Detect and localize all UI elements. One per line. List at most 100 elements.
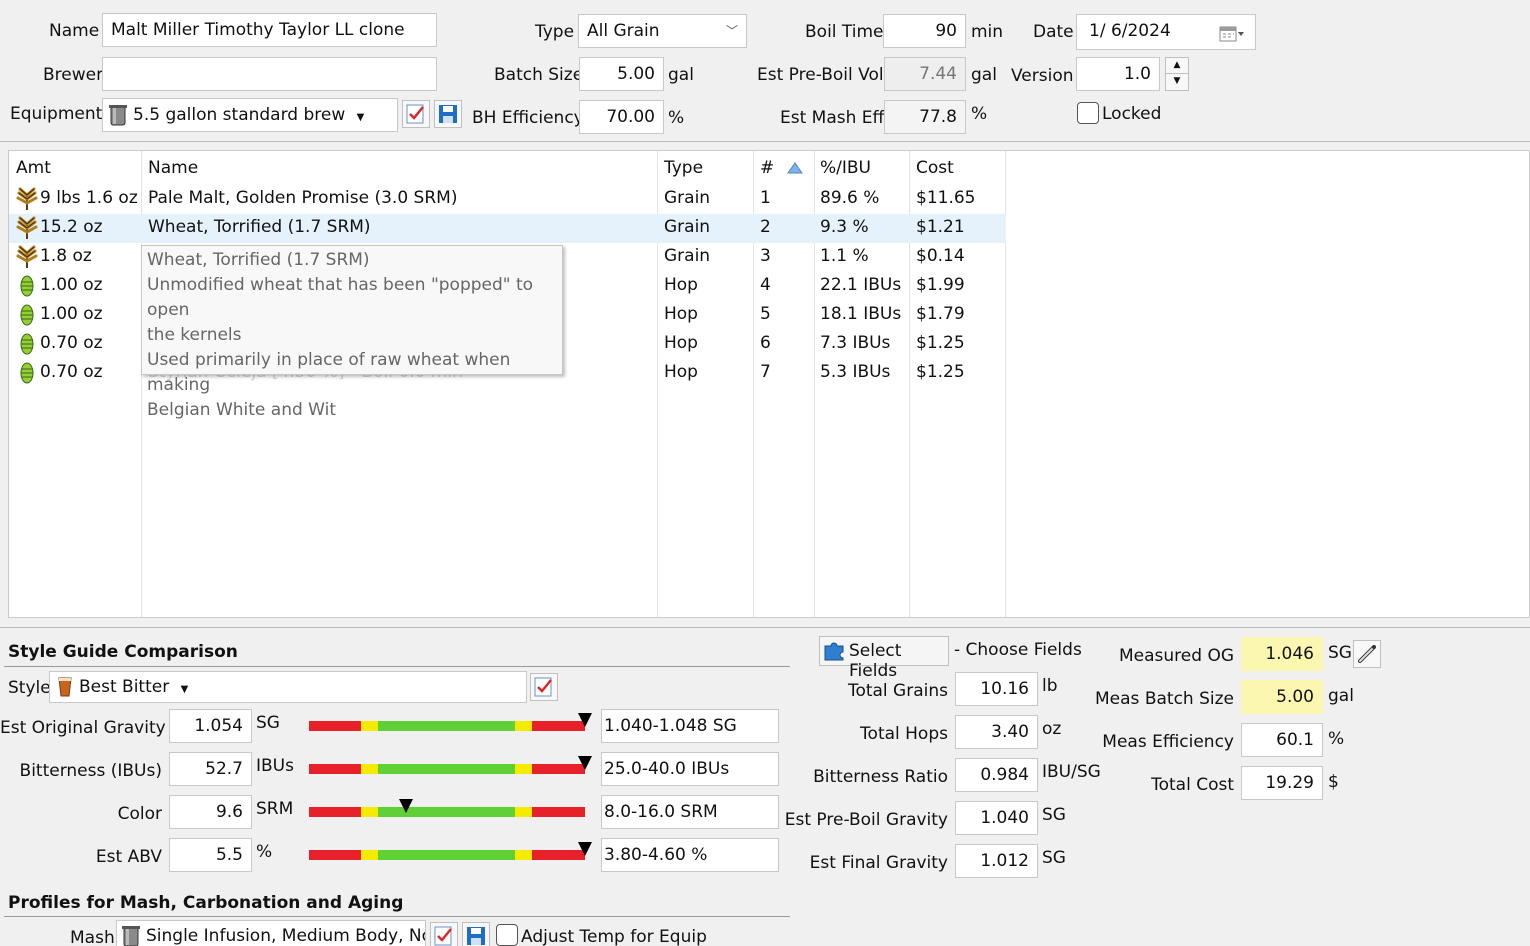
cell-type: Grain — [664, 188, 711, 208]
table-row[interactable]: 9 lbs 1.6 oz Pale Malt, Golden Promise (3… — [9, 185, 1006, 214]
cell-cost: $1.99 — [916, 275, 965, 295]
mash-eff-label: Est Mash Eff — [780, 108, 885, 128]
select-fields-label: Select Fields — [849, 641, 902, 681]
cell-amt: 15.2 oz — [40, 217, 103, 237]
batch-size-input[interactable]: 5.00 — [579, 57, 664, 91]
cell-number: 2 — [760, 217, 771, 237]
measured-row-label: Meas Batch Size — [1095, 689, 1234, 709]
style-row-range: 25.0-40.0 IBUs — [601, 752, 779, 786]
name-input[interactable]: Malt Miller Timothy Taylor LL clone — [102, 13, 437, 47]
equipment-check-button[interactable] — [402, 100, 430, 128]
equipment-value: 5.5 gallon standard brew — [133, 105, 346, 125]
date-picker[interactable]: 1/ 6/2024 — [1076, 14, 1256, 50]
bh-efficiency-unit: % — [668, 108, 685, 128]
col-header-pct-ibu[interactable]: %/IBU — [820, 158, 871, 178]
cell-pct-ibu: 9.3 % — [820, 217, 869, 237]
hydrometer-button[interactable] — [1353, 640, 1381, 668]
equipment-label: Equipment — [10, 104, 103, 124]
version-spinner[interactable]: ▲ ▼ — [1165, 57, 1189, 92]
tooltip-title: Wheat, Torrified (1.7 SRM) — [147, 250, 370, 270]
cell-amt: 0.70 oz — [40, 362, 103, 382]
tooltip-line: the kernels — [147, 325, 242, 345]
cell-cost: $1.25 — [916, 362, 965, 382]
tooltip-line: Used primarily in place of raw wheat whe… — [147, 350, 511, 395]
hydrometer-icon — [1358, 645, 1376, 663]
cell-type: Hop — [664, 362, 698, 382]
locked-checkbox[interactable] — [1077, 102, 1099, 124]
cell-pct-ibu: 5.3 IBUs — [820, 362, 891, 382]
checklist-icon — [406, 104, 424, 124]
style-marker-icon — [578, 756, 592, 770]
measured-row-label: Total Cost — [1151, 775, 1234, 795]
cell-amt: 1.8 oz — [40, 246, 92, 266]
cell-number: 4 — [760, 275, 771, 295]
cell-number: 5 — [760, 304, 771, 324]
style-range-bar — [309, 721, 585, 731]
spin-down-icon[interactable]: ▼ — [1165, 74, 1189, 91]
bh-efficiency-label: BH Efficiency — [472, 108, 584, 128]
col-header-type[interactable]: Type — [664, 158, 703, 178]
style-check-button[interactable] — [530, 673, 558, 701]
adjust-temp-checkbox[interactable] — [496, 924, 518, 946]
name-label: Name — [49, 21, 100, 41]
style-row-unit: % — [256, 842, 273, 862]
style-row-range: 3.80-4.60 % — [601, 838, 779, 872]
cell-name: Pale Malt, Golden Promise (3.0 SRM) — [148, 188, 458, 208]
sort-ascending-icon — [787, 159, 803, 179]
cell-amt: 1.00 oz — [40, 304, 103, 324]
kettle-icon — [122, 925, 140, 946]
batch-size-label: Batch Size — [494, 65, 584, 85]
spin-up-icon[interactable]: ▲ — [1165, 57, 1189, 74]
measured-row-input[interactable]: 60.1 — [1241, 723, 1323, 757]
select-fields-button[interactable]: Select Fields — [819, 636, 949, 681]
hop-icon — [15, 361, 39, 385]
measured-row-input[interactable]: 5.00 — [1241, 680, 1323, 714]
mash-check-button[interactable] — [430, 922, 458, 946]
calendar-icon[interactable] — [1219, 22, 1245, 54]
col-header-number[interactable]: # — [760, 158, 774, 178]
field-row-label: Total Grains — [847, 681, 948, 701]
style-row-unit: SG — [256, 713, 280, 733]
measured-row-input[interactable]: 1.046 — [1241, 637, 1323, 671]
cell-number: 1 — [760, 188, 771, 208]
col-header-name[interactable]: Name — [148, 158, 198, 178]
type-select[interactable]: All Grain ﹀ — [578, 14, 747, 48]
measured-row-label: Measured OG — [1119, 646, 1234, 666]
field-row-unit: lb — [1042, 676, 1058, 696]
bh-efficiency-input[interactable]: 70.00 — [579, 100, 664, 134]
style-range-bar — [309, 807, 585, 817]
boil-time-input[interactable]: 90 — [883, 14, 966, 48]
style-row-label: Est ABV — [95, 847, 162, 867]
mash-select[interactable]: Single Infusion, Medium Body, No Mash Ou… — [116, 920, 426, 946]
dropdown-arrow-icon: ▼ — [180, 684, 189, 695]
style-row-label: Bitterness (IBUs) — [19, 761, 162, 781]
measured-row-unit: SG — [1328, 643, 1352, 663]
save-icon — [467, 927, 485, 945]
table-row[interactable]: 15.2 oz Wheat, Torrified (1.7 SRM) Grain 2 9… — [9, 214, 1006, 243]
hop-icon — [15, 332, 39, 356]
grain-icon — [15, 245, 39, 269]
style-select[interactable]: Best Bitter ▼ — [49, 671, 527, 703]
cell-name: Wheat, Torrified (1.7 SRM) — [148, 217, 371, 237]
brewer-input[interactable] — [102, 57, 437, 91]
measured-row-input[interactable]: 19.29 — [1241, 766, 1323, 800]
equipment-save-button[interactable] — [434, 100, 462, 128]
cell-pct-ibu: 18.1 IBUs — [820, 304, 902, 324]
field-row-value: 10.16 — [955, 672, 1038, 706]
cell-amt: 9 lbs 1.6 oz — [40, 188, 138, 208]
field-row-unit: SG — [1042, 805, 1066, 825]
version-label: Version — [1011, 66, 1074, 86]
grain-icon — [15, 187, 39, 211]
col-header-cost[interactable]: Cost — [916, 158, 954, 178]
kettle-icon — [109, 104, 127, 137]
style-marker-icon — [578, 842, 592, 856]
mash-save-button[interactable] — [462, 922, 490, 946]
equipment-select[interactable]: 5.5 gallon standard brew ▼ — [102, 98, 398, 132]
style-value: Best Bitter — [79, 677, 170, 697]
col-header-amt[interactable]: Amt — [16, 158, 51, 178]
version-input[interactable]: 1.0 — [1076, 57, 1160, 91]
tooltip-line: Unmodified wheat that has been "popped" … — [147, 275, 534, 320]
section-underline — [4, 666, 790, 667]
hop-icon — [15, 303, 39, 327]
field-row-label: Est Pre-Boil Gravity — [784, 810, 948, 830]
